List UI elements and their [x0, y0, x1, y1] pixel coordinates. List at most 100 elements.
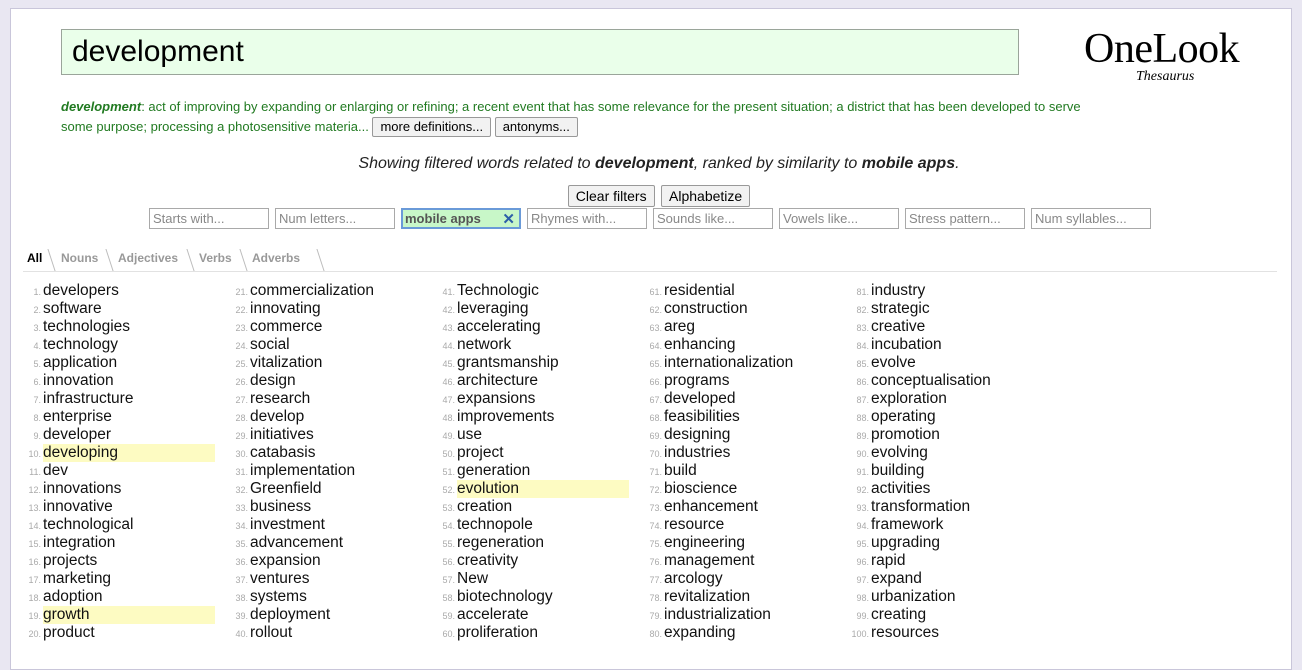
result-word-link[interactable]: revitalization — [664, 588, 750, 605]
result-word-link[interactable]: regeneration — [457, 534, 544, 551]
result-word-link[interactable]: technology — [43, 336, 118, 353]
result-word-link[interactable]: social — [250, 336, 290, 353]
result-word-link[interactable]: commerce — [250, 318, 322, 335]
result-word-link[interactable]: accelerating — [457, 318, 541, 335]
rhymes-with-input[interactable]: Rhymes with... — [527, 208, 647, 229]
result-word-link[interactable]: developed — [664, 390, 736, 407]
result-word-link[interactable]: Greenfield — [250, 480, 322, 497]
result-word-link[interactable]: network — [457, 336, 511, 353]
result-word-link[interactable]: accelerate — [457, 606, 529, 623]
result-word-link[interactable]: expansions — [457, 390, 535, 407]
result-word-link[interactable]: conceptualisation — [871, 372, 991, 389]
result-word-link[interactable]: innovation — [43, 372, 114, 389]
alphabetize-button[interactable]: Alphabetize — [661, 185, 751, 207]
result-word-link[interactable]: build — [664, 462, 697, 479]
result-word-link[interactable]: New — [457, 570, 488, 587]
result-word-link[interactable]: building — [871, 462, 924, 479]
result-word-link[interactable]: expansion — [250, 552, 321, 569]
result-word-link[interactable]: Technologic — [457, 282, 539, 299]
result-word-link[interactable]: initiatives — [250, 426, 314, 443]
result-word-link[interactable]: innovating — [250, 300, 321, 317]
result-word-link[interactable]: evolving — [871, 444, 928, 461]
result-word-link[interactable]: architecture — [457, 372, 538, 389]
result-word-link[interactable]: product — [43, 624, 95, 641]
result-word-link[interactable]: areg — [664, 318, 695, 335]
result-word-link[interactable]: generation — [457, 462, 530, 479]
result-word-link[interactable]: designing — [664, 426, 730, 443]
result-word-link[interactable]: creating — [871, 606, 926, 623]
result-word-link[interactable]: projects — [43, 552, 97, 569]
result-word-link[interactable]: commercialization — [250, 282, 374, 299]
result-word-link[interactable]: infrastructure — [43, 390, 133, 407]
result-word-link[interactable]: develop — [250, 408, 304, 425]
result-word-link[interactable]: developer — [43, 426, 111, 443]
starts-with-input[interactable]: Starts with... — [149, 208, 269, 229]
result-word-link[interactable]: dev — [43, 462, 68, 479]
result-word-link[interactable]: technopole — [457, 516, 533, 533]
antonyms-button[interactable]: antonyms... — [494, 117, 578, 138]
topic-filter-input[interactable]: mobile apps ✕ — [401, 208, 521, 229]
result-word-link[interactable]: strategic — [871, 300, 930, 317]
result-word-link[interactable]: framework — [871, 516, 943, 533]
result-word-link[interactable]: upgrading — [871, 534, 940, 551]
result-word-link[interactable]: industries — [664, 444, 730, 461]
result-word-link[interactable]: growth — [43, 606, 215, 624]
result-word-link[interactable]: creation — [457, 498, 512, 515]
result-word-link[interactable]: resources — [871, 624, 939, 641]
result-word-link[interactable]: adoption — [43, 588, 102, 605]
result-word-link[interactable]: expanding — [664, 624, 736, 641]
result-word-link[interactable]: use — [457, 426, 482, 443]
vowels-like-input[interactable]: Vowels like... — [779, 208, 899, 229]
clear-filters-button[interactable]: Clear filters — [567, 185, 655, 207]
result-word-link[interactable]: leveraging — [457, 300, 529, 317]
result-word-link[interactable]: exploration — [871, 390, 947, 407]
result-word-link[interactable]: developers — [43, 282, 119, 299]
result-word-link[interactable]: grantsmanship — [457, 354, 559, 371]
tab-adverbs[interactable]: Adverbs — [252, 251, 300, 265]
result-word-link[interactable]: technological — [43, 516, 133, 533]
result-word-link[interactable]: construction — [664, 300, 748, 317]
result-word-link[interactable]: engineering — [664, 534, 745, 551]
result-word-link[interactable]: arcology — [664, 570, 723, 587]
result-word-link[interactable]: transformation — [871, 498, 970, 515]
result-word-link[interactable]: feasibilities — [664, 408, 740, 425]
result-word-link[interactable]: improvements — [457, 408, 554, 425]
result-word-link[interactable]: business — [250, 498, 311, 515]
result-word-link[interactable]: application — [43, 354, 117, 371]
sounds-like-input[interactable]: Sounds like... — [653, 208, 773, 229]
result-word-link[interactable]: systems — [250, 588, 307, 605]
result-word-link[interactable]: biotechnology — [457, 588, 553, 605]
result-word-link[interactable]: urbanization — [871, 588, 955, 605]
result-word-link[interactable]: research — [250, 390, 310, 407]
result-word-link[interactable]: internationalization — [664, 354, 793, 371]
result-word-link[interactable]: ventures — [250, 570, 309, 587]
result-word-link[interactable]: investment — [250, 516, 325, 533]
result-word-link[interactable]: rapid — [871, 552, 905, 569]
result-word-link[interactable]: implementation — [250, 462, 355, 479]
tab-adjectives[interactable]: Adjectives — [118, 251, 178, 265]
result-word-link[interactable]: activities — [871, 480, 930, 497]
result-word-link[interactable]: proliferation — [457, 624, 538, 641]
result-word-link[interactable]: promotion — [871, 426, 940, 443]
result-word-link[interactable]: management — [664, 552, 754, 569]
result-word-link[interactable]: innovative — [43, 498, 113, 515]
result-word-link[interactable]: innovations — [43, 480, 121, 497]
result-word-link[interactable]: advancement — [250, 534, 343, 551]
result-word-link[interactable]: industrialization — [664, 606, 771, 623]
result-word-link[interactable]: enterprise — [43, 408, 112, 425]
result-word-link[interactable]: marketing — [43, 570, 111, 587]
result-word-link[interactable]: evolve — [871, 354, 916, 371]
search-input[interactable]: development — [61, 29, 1019, 75]
result-word-link[interactable]: project — [457, 444, 504, 461]
tab-nouns[interactable]: Nouns — [61, 251, 98, 265]
close-icon[interactable]: ✕ — [502, 210, 515, 227]
result-word-link[interactable]: enhancement — [664, 498, 758, 515]
result-word-link[interactable]: enhancing — [664, 336, 736, 353]
result-word-link[interactable]: software — [43, 300, 102, 317]
result-word-link[interactable]: design — [250, 372, 296, 389]
result-word-link[interactable]: developing — [43, 444, 215, 462]
result-word-link[interactable]: evolution — [457, 480, 629, 498]
onelook-logo[interactable]: OneLook Thesaurus — [1084, 27, 1254, 87]
result-word-link[interactable]: industry — [871, 282, 925, 299]
result-word-link[interactable]: operating — [871, 408, 936, 425]
